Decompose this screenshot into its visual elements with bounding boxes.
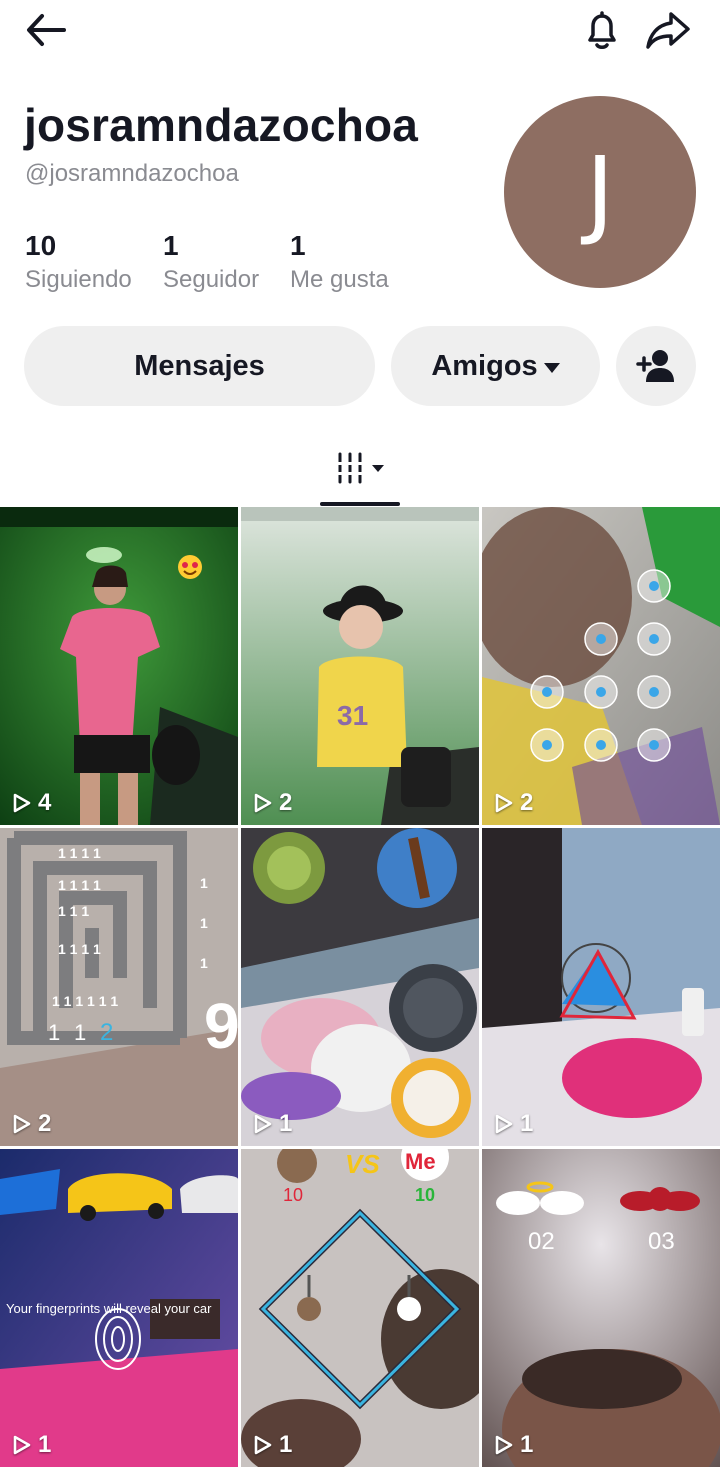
view-count-value: 2: [38, 1110, 52, 1137]
view-count: 1: [253, 1431, 292, 1459]
stat-following[interactable]: 10 Siguiendo: [25, 230, 132, 294]
svg-text:1: 1: [200, 915, 208, 931]
stat-followers-label: Seguidor: [163, 266, 260, 293]
view-count-value: 2: [279, 789, 293, 816]
tab-active-indicator: [320, 502, 400, 506]
stat-followers-value: 1: [163, 230, 179, 261]
friends-button-label: Amigos: [431, 349, 538, 382]
add-friend-icon: [636, 350, 674, 382]
view-count: 1: [253, 1110, 292, 1138]
play-icon: [254, 793, 272, 813]
play-icon: [495, 1435, 513, 1455]
score-right: 10: [415, 1185, 435, 1205]
devil-number: 03: [648, 1228, 675, 1255]
video-thumbnail[interactable]: 2: [482, 507, 720, 825]
view-count: 1: [12, 1431, 51, 1459]
back-arrow-icon: [27, 14, 66, 46]
view-count-value: 1: [279, 1431, 293, 1458]
view-count-value: 4: [38, 789, 52, 816]
stat-followers[interactable]: 1 Seguidor: [163, 230, 259, 294]
view-count-value: 1: [279, 1110, 293, 1137]
tab-videos-grid[interactable]: [320, 430, 400, 506]
svg-text:1: 1: [200, 875, 208, 891]
stat-likes[interactable]: 1 Me gusta: [290, 230, 389, 294]
bell-icon: [588, 11, 616, 49]
video-thumbnail-image: [0, 507, 238, 825]
view-count-value: 2: [520, 789, 534, 816]
video-thumbnail-image: VS Me 10 10: [241, 1149, 479, 1467]
vs-label: VS: [345, 1149, 380, 1179]
svg-text:1 1 1 1: 1 1 1 1: [58, 941, 101, 957]
play-icon: [495, 1114, 513, 1134]
view-count: 2: [12, 1110, 51, 1138]
view-count-value: 1: [520, 1110, 534, 1137]
notifications-button[interactable]: [576, 6, 628, 54]
video-thumbnail-image: 1 1 1 1 1 1 1 1 1 1 1 1 1 1 1 1 1 1 1 1 …: [0, 828, 238, 1146]
stat-likes-label: Me gusta: [290, 266, 389, 293]
view-count-value: 1: [520, 1431, 534, 1458]
stat-likes-value: 1: [290, 230, 306, 261]
video-thumbnail[interactable]: 1 1 1 1 1 1 1 1 1 1 1 1 1 1 1 1 1 1 1 1 …: [0, 828, 238, 1146]
svg-text:1: 1: [74, 1020, 86, 1045]
avatar[interactable]: J: [504, 96, 696, 288]
video-thumbnail[interactable]: 02 03 1: [482, 1149, 720, 1467]
view-count: 2: [253, 789, 292, 817]
avatar-initial: J: [585, 136, 615, 248]
grid-icon: [337, 452, 384, 484]
svg-text:1: 1: [200, 955, 208, 971]
svg-text:1 1 1: 1 1 1: [58, 903, 89, 919]
view-count: 2: [494, 789, 533, 817]
svg-text:1 1 1 1: 1 1 1 1: [58, 845, 101, 861]
play-icon: [13, 1435, 31, 1455]
svg-text:2: 2: [100, 1019, 113, 1046]
play-icon: [495, 793, 513, 813]
video-thumbnail-image: [482, 507, 720, 825]
score-left: 10: [283, 1185, 303, 1205]
share-button[interactable]: [642, 6, 694, 54]
me-label: Me: [405, 1149, 436, 1174]
video-thumbnail-image: 02 03: [482, 1149, 720, 1467]
caret-down-icon: [543, 363, 560, 373]
video-thumbnail-image: Your fingerprints will reveal your car: [0, 1149, 238, 1467]
video-thumbnail-image: [482, 828, 720, 1146]
svg-text:1 1 1 1: 1 1 1 1: [58, 877, 101, 893]
angel-number: 02: [528, 1228, 555, 1255]
view-count: 1: [494, 1431, 533, 1459]
play-icon: [13, 1114, 31, 1134]
play-icon: [254, 1435, 272, 1455]
share-icon: [646, 12, 690, 49]
view-count: 1: [494, 1110, 533, 1138]
stat-following-label: Siguiendo: [25, 266, 132, 293]
video-thumbnail-image: [241, 828, 479, 1146]
view-count: 4: [12, 789, 51, 817]
add-friend-button[interactable]: [616, 326, 696, 406]
play-icon: [13, 793, 31, 813]
stat-following-value: 10: [25, 230, 57, 261]
messages-button-label: Mensajes: [134, 349, 265, 382]
play-icon: [254, 1114, 272, 1134]
friends-button[interactable]: Amigos: [391, 326, 600, 406]
video-thumbnail-image: 31: [241, 507, 479, 825]
svg-text:1: 1: [48, 1020, 60, 1045]
top-bar: [0, 0, 720, 60]
video-thumbnail[interactable]: 1: [241, 828, 479, 1146]
back-button[interactable]: [20, 8, 72, 52]
video-thumbnail[interactable]: 4: [0, 507, 238, 825]
view-count-value: 1: [38, 1431, 52, 1458]
maze-number: 9: [204, 990, 238, 1062]
video-thumbnail[interactable]: Your fingerprints will reveal your car 1: [0, 1149, 238, 1467]
svg-text:1 1 1 1 1 1: 1 1 1 1 1 1: [52, 993, 118, 1009]
video-thumbnail[interactable]: VS Me 10 10 1: [241, 1149, 479, 1467]
messages-button[interactable]: Mensajes: [24, 326, 375, 406]
content-tab-bar: [0, 430, 720, 506]
car-caption: Your fingerprints will reveal your car: [6, 1301, 212, 1316]
video-thumbnail[interactable]: 31 2: [241, 507, 479, 825]
profile-handle: @josramndazochoa: [25, 160, 239, 187]
svg-text:31: 31: [337, 700, 368, 731]
profile-username: josramndazochoa: [24, 99, 419, 151]
video-thumbnail[interactable]: 1: [482, 828, 720, 1146]
